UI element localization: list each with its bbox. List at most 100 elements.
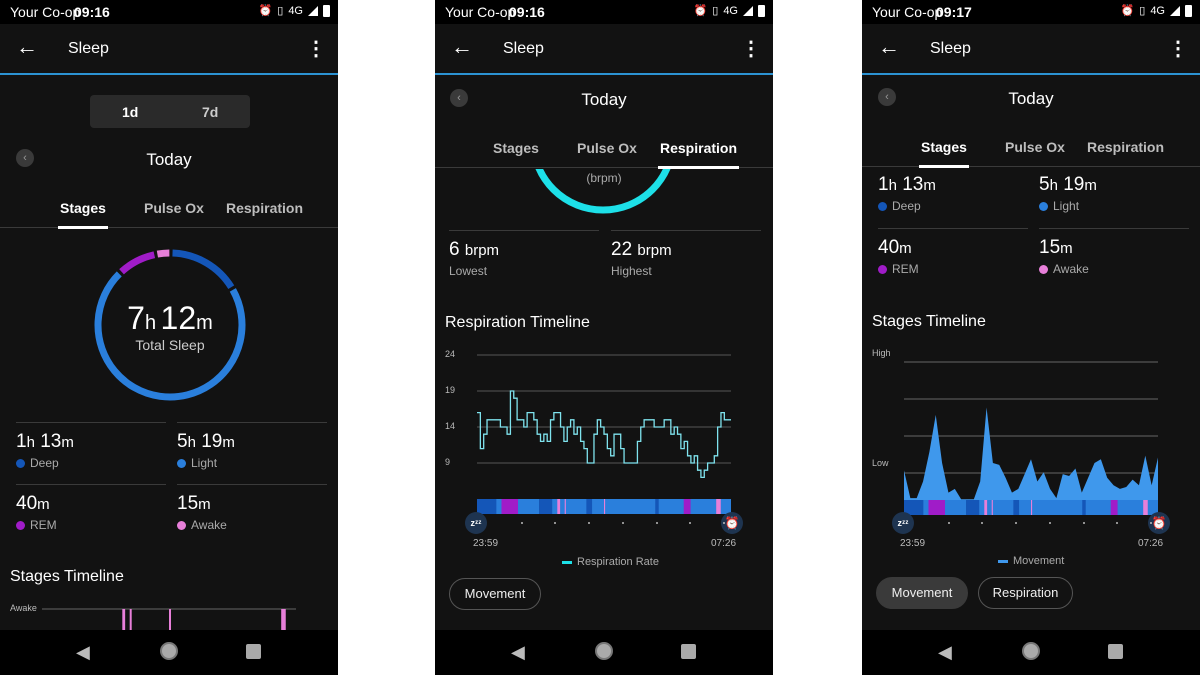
unit: h xyxy=(1049,177,1058,194)
stage-segment-light xyxy=(560,499,566,514)
unit: m xyxy=(923,177,936,194)
awake-bar xyxy=(129,609,132,630)
tab-pulse-ox[interactable]: Pulse Ox xyxy=(144,200,204,216)
x-start-time: 23:59 xyxy=(900,538,926,549)
tab-pulse-ox[interactable]: Pulse Ox xyxy=(577,140,637,156)
value: 19 xyxy=(1063,174,1085,195)
value: 15 xyxy=(177,493,199,514)
range-7d[interactable]: 7d xyxy=(202,104,218,120)
rem-dot-icon xyxy=(16,520,25,530)
nav-recents-icon[interactable] xyxy=(681,644,696,659)
stage-segment-light xyxy=(658,499,685,514)
stage-segment-light xyxy=(496,499,502,514)
deep-dot-icon xyxy=(878,201,887,211)
more-options-icon[interactable]: ⋮ xyxy=(306,36,326,61)
nav-back-icon[interactable]: ◀ xyxy=(938,642,952,663)
value: 1 xyxy=(16,431,27,452)
y-tick-label: 14 xyxy=(445,421,456,431)
stage-segment-awake xyxy=(716,499,722,514)
stage-segment-light xyxy=(945,500,967,515)
total-hours: 7 xyxy=(127,300,145,336)
stage-segment-rem xyxy=(501,499,519,514)
awake-bar xyxy=(281,609,286,630)
movement-chart xyxy=(904,361,1158,515)
stage-segment-deep xyxy=(1082,500,1086,515)
battery-icon xyxy=(758,4,765,17)
value: 40 xyxy=(16,493,38,514)
light-dot-icon xyxy=(177,458,186,468)
back-arrow-icon[interactable]: ← xyxy=(16,34,38,60)
carrier: Your Co-op xyxy=(872,4,943,20)
x-end-time: 07:26 xyxy=(711,538,737,549)
time-tick-dot xyxy=(947,522,950,524)
label: Highest xyxy=(611,264,652,278)
tab-respiration[interactable]: Respiration xyxy=(226,200,303,216)
respiration-ring-partial: (brpm) xyxy=(435,169,773,229)
nav-home-icon[interactable] xyxy=(1022,642,1040,660)
nav-home-icon[interactable] xyxy=(595,642,613,660)
tab-respiration[interactable]: Respiration xyxy=(1087,139,1164,155)
stat-deep: 1h 13m Deep xyxy=(878,168,1028,213)
more-options-icon[interactable]: ⋮ xyxy=(741,36,761,61)
movement-button[interactable]: Movement xyxy=(876,577,968,609)
stage-segment-light xyxy=(1032,500,1083,515)
back-arrow-icon[interactable]: ← xyxy=(451,34,473,60)
stage-segment-light xyxy=(979,500,985,515)
movement-button[interactable]: Movement xyxy=(449,578,541,610)
more-options-icon[interactable]: ⋮ xyxy=(1168,36,1188,61)
time-tick-dot xyxy=(1082,522,1085,524)
unit: m xyxy=(899,240,912,257)
value: 19 xyxy=(201,431,223,452)
tab-bar: Stages Pulse Ox Respiration xyxy=(0,188,338,229)
page-title: Sleep xyxy=(68,40,109,57)
carrier: Your Co-op xyxy=(10,4,81,20)
nav-recents-icon[interactable] xyxy=(1108,644,1123,659)
total-sleep-label: Total Sleep xyxy=(135,337,205,353)
label: Awake xyxy=(191,518,227,532)
stage-segment-light xyxy=(605,499,656,514)
clock: 09:16 xyxy=(74,4,110,20)
date-label: Today xyxy=(146,150,192,169)
nav-back-icon[interactable]: ◀ xyxy=(76,642,90,663)
tab-pulse-ox[interactable]: Pulse Ox xyxy=(1005,139,1065,155)
alarm-icon: ⏰ xyxy=(258,5,273,17)
unit: m xyxy=(61,434,74,451)
back-arrow-icon[interactable]: ← xyxy=(878,34,900,60)
legend-swatch xyxy=(998,559,1008,563)
label: Awake xyxy=(1053,262,1089,276)
stages-timeline-chart xyxy=(42,608,296,630)
battery-icon xyxy=(1185,4,1192,17)
value: 5 xyxy=(1039,174,1050,195)
stage-segment-awake xyxy=(557,499,561,514)
tab-stages[interactable]: Stages xyxy=(58,200,108,229)
x-end-time: 07:26 xyxy=(1138,538,1164,549)
network-label: 4G xyxy=(1150,4,1165,17)
legend-swatch xyxy=(562,560,572,564)
stat-light: 5h 19m Light xyxy=(1039,168,1189,213)
ring-segment-awake xyxy=(156,249,170,258)
app-bar: ← Sleep ⋮ xyxy=(0,24,338,75)
stage-segment-light xyxy=(1019,500,1032,515)
tab-stages[interactable]: Stages xyxy=(919,139,969,168)
tab-respiration[interactable]: Respiration xyxy=(657,140,740,169)
network-label: 4G xyxy=(288,4,303,17)
stat-awake: 15m Awake xyxy=(1039,228,1189,276)
time-tick-dot xyxy=(621,522,624,524)
respiration-chart xyxy=(477,354,731,514)
stage-segment-deep xyxy=(539,499,553,514)
tab-stages[interactable]: Stages xyxy=(493,140,539,156)
phone-screen-stages-overview: Your Co-op 09:16 ⏰ ▯ 4G ← Sleep ⋮ 1d 7d ‹ … xyxy=(0,0,338,675)
nav-back-icon[interactable]: ◀ xyxy=(511,642,525,663)
value: 13 xyxy=(40,431,62,452)
respiration-button[interactable]: Respiration xyxy=(978,577,1073,609)
range-1d[interactable]: 1d xyxy=(122,104,138,120)
label: Lowest xyxy=(449,264,488,278)
ring-segment-deep xyxy=(172,249,235,290)
value: 40 xyxy=(878,237,900,258)
time-tick-dot xyxy=(554,522,557,524)
stat-light: 5h 19m Light xyxy=(177,422,327,470)
nav-recents-icon[interactable] xyxy=(246,644,261,659)
range-toggle: 1d 7d xyxy=(90,95,250,128)
nav-home-icon[interactable] xyxy=(160,642,178,660)
stage-segment-light xyxy=(518,499,540,514)
